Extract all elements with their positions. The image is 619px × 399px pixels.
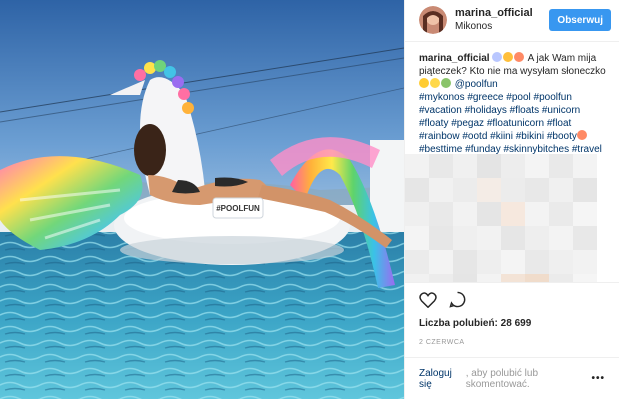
post-sidebar: marina_official Mikonos Obserwuj marina_…: [404, 0, 619, 399]
caption: marina_official A jak Wam mija piąteczek…: [405, 42, 619, 283]
likes-label: Liczba polubień:: [419, 318, 498, 330]
caption-username[interactable]: marina_official: [419, 53, 490, 64]
peach-emoji-icon-2: [576, 129, 587, 140]
heart-icon[interactable]: [419, 291, 437, 313]
unicorn-emoji-icon: [492, 51, 503, 62]
hashtag-list[interactable]: #mykonos #greece #pool #poolfun #vacatio…: [419, 92, 580, 142]
post-date: 2 czerwca: [419, 339, 465, 347]
blurred-comments: [405, 153, 619, 283]
post-header: marina_official Mikonos Obserwuj: [405, 0, 619, 42]
login-text: , aby polubić lub skomentować.: [465, 367, 539, 390]
login-prompt: Zaloguj się, aby polubić lub skomentować…: [405, 357, 619, 399]
comment-icon[interactable]: [449, 291, 466, 313]
post-actions: Liczba polubień: 28 699 2 czerwca: [405, 282, 619, 357]
float-brand-text: #POOLFUN: [216, 204, 260, 213]
mention-link[interactable]: @poolfun: [455, 79, 498, 90]
location-link[interactable]: Mikonos: [455, 20, 549, 34]
post-container: #POOLFUN marina_official Mikonos Obserwu…: [0, 0, 619, 399]
avatar[interactable]: [419, 6, 447, 35]
action-icons: [419, 291, 605, 313]
palm-emoji-icon: [441, 77, 451, 88]
post-photo[interactable]: #POOLFUN: [0, 0, 404, 399]
sun-emoji-icon: [430, 77, 440, 88]
login-link[interactable]: Zaloguj się: [419, 368, 463, 390]
photo-image: #POOLFUN: [0, 0, 404, 399]
header-info: marina_official Mikonos: [455, 6, 549, 34]
more-dots-icon[interactable]: •••: [591, 373, 605, 384]
likes-number: 28 699: [500, 318, 532, 330]
wink-emoji-icon: [419, 77, 429, 88]
smile-emoji-icon: [503, 51, 514, 62]
peach-emoji-icon: [514, 51, 525, 62]
likes-count[interactable]: Liczba polubień: 28 699: [419, 318, 605, 329]
follow-button[interactable]: Obserwuj: [549, 9, 611, 32]
username-link[interactable]: marina_official: [455, 6, 549, 20]
